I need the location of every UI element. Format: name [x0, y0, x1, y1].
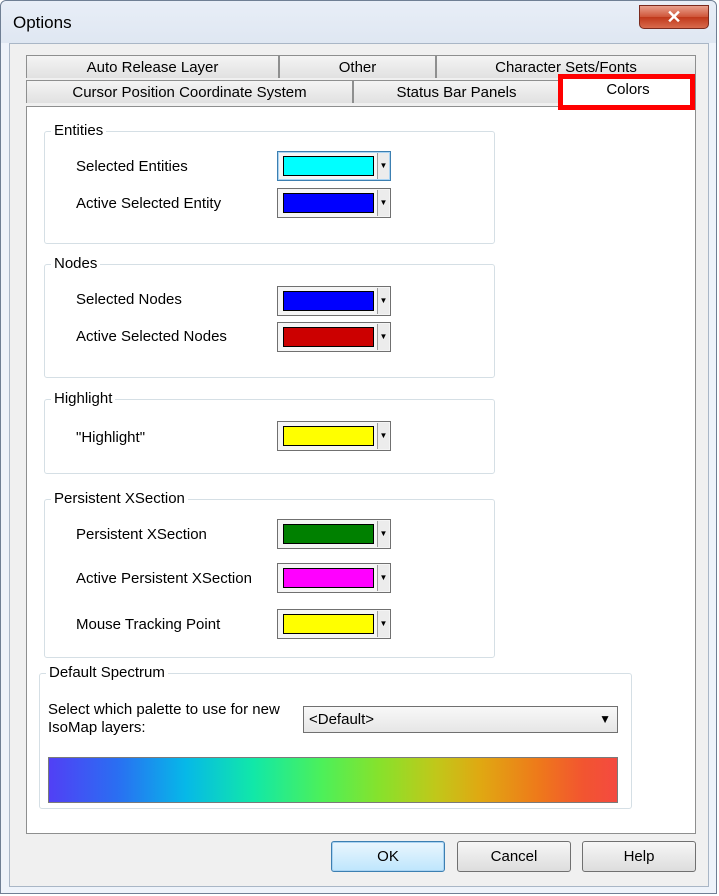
title-bar[interactable]: Options ✕ — [1, 1, 716, 43]
active-selected-nodes-swatch — [283, 327, 374, 347]
tab-auto-release-layer[interactable]: Auto Release Layer — [26, 55, 279, 78]
chevron-down-icon[interactable]: ▼ — [377, 565, 389, 591]
group-title-nodes: Nodes — [51, 255, 101, 273]
mouse-tracking-point-color-picker[interactable]: ▼ — [277, 609, 391, 639]
group-title-highlight: Highlight — [51, 390, 116, 408]
palette-prompt-label: Select which palette to use for new IsoM… — [48, 701, 280, 736]
active-selected-entity-color-picker[interactable]: ▼ — [277, 188, 391, 218]
mouse-tracking-point-swatch — [283, 614, 374, 634]
chevron-down-icon[interactable]: ▼ — [377, 288, 389, 314]
label-active-selected-entity: Active Selected Entity — [76, 195, 222, 212]
label-active-persistent-xsection: Active Persistent XSection — [76, 570, 252, 587]
group-title-default-spectrum: Default Spectrum — [46, 664, 168, 682]
chevron-down-icon[interactable]: ▼ — [377, 611, 389, 637]
highlight-swatch — [283, 426, 374, 446]
label-selected-nodes: Selected Nodes — [76, 291, 182, 308]
ok-button[interactable]: OK — [331, 841, 445, 872]
persistent-xsection-color-picker[interactable]: ▼ — [277, 519, 391, 549]
spectrum-preview — [48, 757, 618, 803]
highlight-color-picker[interactable]: ▼ — [277, 421, 391, 451]
label-highlight: "Highlight" — [76, 429, 146, 446]
chevron-down-icon[interactable]: ▼ — [377, 423, 389, 449]
group-title-entities: Entities — [51, 122, 107, 140]
tab-cursor-position-coordinate-system[interactable]: Cursor Position Coordinate System — [26, 80, 353, 103]
selected-tab-highlight — [558, 74, 695, 110]
chevron-down-icon[interactable]: ▼ — [377, 153, 389, 179]
palette-select-value: <Default> — [309, 711, 375, 728]
active-selected-entity-swatch — [283, 193, 374, 213]
dialog-title: Options — [13, 13, 72, 32]
label-selected-entities: Selected Entities — [76, 158, 188, 175]
chevron-down-icon: ▼ — [599, 712, 611, 726]
tab-other[interactable]: Other — [279, 55, 436, 78]
active-persistent-xsection-swatch — [283, 568, 374, 588]
active-selected-nodes-color-picker[interactable]: ▼ — [277, 322, 391, 352]
label-mouse-tracking-point: Mouse Tracking Point — [76, 616, 221, 633]
group-title-persistent-xsection: Persistent XSection — [51, 490, 188, 508]
palette-select[interactable]: <Default> ▼ — [303, 706, 618, 733]
active-persistent-xsection-color-picker[interactable]: ▼ — [277, 563, 391, 593]
chevron-down-icon[interactable]: ▼ — [377, 324, 389, 350]
selected-entities-color-picker[interactable]: ▼ — [277, 151, 391, 181]
selected-nodes-color-picker[interactable]: ▼ — [277, 286, 391, 316]
tab-status-bar-panels[interactable]: Status Bar Panels — [353, 80, 560, 103]
persistent-xsection-swatch — [283, 524, 374, 544]
selected-nodes-swatch — [283, 291, 374, 311]
selected-entities-swatch — [283, 156, 374, 176]
chevron-down-icon[interactable]: ▼ — [377, 190, 389, 216]
group-entities: Entities — [44, 122, 495, 244]
chevron-down-icon[interactable]: ▼ — [377, 521, 389, 547]
close-button[interactable]: ✕ — [639, 5, 709, 29]
help-button[interactable]: Help — [582, 841, 696, 872]
close-icon: ✕ — [666, 7, 682, 27]
label-persistent-xsection: Persistent XSection — [76, 526, 207, 543]
cancel-button[interactable]: Cancel — [457, 841, 571, 872]
group-nodes: Nodes — [44, 255, 495, 378]
label-active-selected-nodes: Active Selected Nodes — [76, 328, 227, 345]
